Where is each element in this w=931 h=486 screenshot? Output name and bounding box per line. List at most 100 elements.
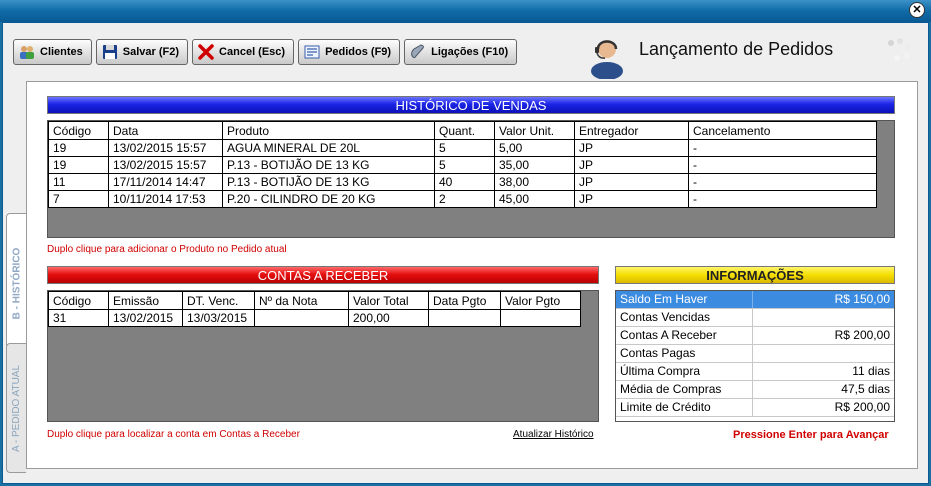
users-icon [20, 46, 34, 59]
order-list-icon [304, 45, 320, 59]
contas-cell: 31 [48, 309, 109, 327]
historico-table-row[interactable]: 11 17/11/2014 14:47 P.13 - BOTIJÃO DE 13 K… [48, 173, 877, 191]
historico-cell: - [688, 139, 877, 157]
info-label: Contas Pagas [616, 345, 753, 362]
historico-cell: 13/02/2015 15:57 [108, 139, 223, 157]
tab-historico-label: B - HISTÓRICO [11, 247, 23, 319]
toolbar: Clientes Salvar (F2) Cancel (Esc) Pedido… [13, 39, 518, 65]
title-bar: ✕ [0, 0, 931, 22]
ligacoes-label: Ligações (F10) [431, 46, 509, 58]
contas-column-header[interactable]: Data Pgto [428, 291, 501, 310]
historico-header: HISTÓRICO DE VENDAS [47, 96, 895, 114]
historico-cell: 45,00 [494, 190, 575, 208]
info-row[interactable]: Limite de Crédito R$ 200,00 [616, 399, 894, 417]
historico-column-header[interactable]: Cancelamento [688, 121, 877, 140]
contas-column-header[interactable]: Valor Total [348, 291, 429, 310]
close-icon[interactable]: ✕ [909, 2, 925, 18]
pedidos-button[interactable]: Pedidos (F9) [298, 39, 401, 65]
info-value: R$ 200,00 [834, 328, 890, 342]
contas-cell: 13/03/2015 [182, 309, 255, 327]
contas-table: Código Emissão DT. Venc. Nº da Nota Valor To… [48, 291, 581, 327]
support-agent-icon [591, 40, 623, 79]
main-window: Clientes Salvar (F2) Cancel (Esc) Pedido… [2, 22, 929, 484]
contas-column-header[interactable]: Nº da Nota [254, 291, 349, 310]
historico-cell: P.20 - CILINDRO DE 20 KG [222, 190, 435, 208]
contas-column-header[interactable]: Código [48, 291, 109, 310]
info-row[interactable]: Média de Compras 47,5 dias [616, 381, 894, 399]
info-value [753, 345, 894, 362]
historico-table-row[interactable]: 19 13/02/2015 15:57 P.13 - BOTIJÃO DE 13 K… [48, 156, 877, 174]
contas-cell [254, 309, 349, 327]
tab-pedido-atual[interactable]: A - PEDIDO ATUAL [6, 343, 26, 473]
contas-hint: Duplo clique para localizar a conta em C… [47, 429, 300, 440]
enter-hint: Pressione Enter para Avançar [733, 429, 889, 441]
historico-cell: 5,00 [494, 139, 575, 157]
tab-historico[interactable]: B - HISTÓRICO [6, 213, 26, 353]
historico-cell: P.13 - BOTIJÃO DE 13 KG [222, 173, 435, 191]
info-row[interactable]: Contas Vencidas [616, 309, 894, 327]
historico-table: Código Data Produto Quant. Valor Unit. Entreg… [48, 121, 877, 208]
info-row[interactable]: Saldo Em Haver R$ 150,00 [616, 291, 894, 309]
historico-cell: 5 [434, 156, 495, 174]
historico-cell: - [688, 173, 877, 191]
loading-spinner-icon [888, 38, 911, 61]
info-row[interactable]: Contas A Receber R$ 200,00 [616, 327, 894, 345]
informacoes-header: INFORMAÇÕES [615, 266, 895, 284]
historico-cell: 19 [48, 156, 109, 174]
historico-table-row[interactable]: 19 13/02/2015 15:57 AGUA MINERAL DE 20L 5 5,… [48, 139, 877, 157]
info-label: Contas Vencidas [616, 309, 753, 326]
clientes-label: Clientes [40, 46, 83, 58]
cancel-label: Cancel (Esc) [219, 46, 286, 58]
info-value: R$ 200,00 [834, 400, 890, 414]
red-x-icon [198, 44, 214, 60]
info-label: Limite de Crédito [616, 399, 753, 416]
historico-header-row: Código Data Produto Quant. Valor Unit. Entreg… [48, 121, 877, 140]
contas-column-header[interactable]: DT. Venc. [182, 291, 255, 310]
historico-cell: 5 [434, 139, 495, 157]
historico-cell: AGUA MINERAL DE 20L [222, 139, 435, 157]
historico-column-header[interactable]: Entregador [574, 121, 689, 140]
historico-panel: HISTÓRICO DE VENDAS Código Data Produto Qua… [26, 81, 918, 469]
historico-column-header[interactable]: Quant. [434, 121, 495, 140]
historico-column-header[interactable]: Produto [222, 121, 435, 140]
historico-cell: 13/02/2015 15:57 [108, 156, 223, 174]
cancel-button[interactable]: Cancel (Esc) [192, 39, 295, 65]
historico-cell: 11 [48, 173, 109, 191]
contas-header: CONTAS A RECEBER [47, 266, 599, 284]
floppy-disk-icon [102, 45, 117, 59]
historico-cell: 35,00 [494, 156, 575, 174]
info-row[interactable]: Contas Pagas [616, 345, 894, 363]
atualizar-historico-link[interactable]: Atualizar Histórico [513, 429, 594, 440]
historico-cell: 10/11/2014 17:53 [108, 190, 223, 208]
historico-column-header[interactable]: Código [48, 121, 109, 140]
contas-column-header[interactable]: Emissão [108, 291, 183, 310]
historico-cell: 7 [48, 190, 109, 208]
historico-cell: 2 [434, 190, 495, 208]
historico-grid[interactable]: Código Data Produto Quant. Valor Unit. Entreg… [47, 120, 895, 238]
historico-table-row[interactable]: 7 10/11/2014 17:53 P.20 - CILINDRO DE 20 K… [48, 190, 877, 208]
ligacoes-button[interactable]: Ligações (F10) [404, 39, 518, 65]
info-value [753, 309, 894, 326]
historico-cell: JP [574, 156, 689, 174]
page-title: Lançamento de Pedidos [639, 39, 834, 59]
salvar-button[interactable]: Salvar (F2) [95, 39, 189, 65]
historico-cell: P.13 - BOTIJÃO DE 13 KG [222, 156, 435, 174]
historico-cell: 17/11/2014 14:47 [108, 173, 223, 191]
info-value: 47,5 dias [841, 382, 890, 396]
contas-table-row[interactable]: 31 13/02/2015 13/03/2015 200,00 [48, 309, 581, 327]
tab-pedido-atual-label: A - PEDIDO ATUAL [11, 364, 22, 452]
historico-cell: 38,00 [494, 173, 575, 191]
historico-column-header[interactable]: Data [108, 121, 223, 140]
historico-hint: Duplo clique para adicionar o Produto no… [47, 244, 287, 255]
historico-cell: JP [574, 190, 689, 208]
contas-column-header[interactable]: Valor Pgto [500, 291, 581, 310]
contas-cell [500, 309, 581, 327]
historico-column-header[interactable]: Valor Unit. [494, 121, 575, 140]
informacoes-list[interactable]: Saldo Em Haver R$ 150,00 Contas Vencidas Co… [615, 290, 895, 422]
contas-grid[interactable]: Código Emissão DT. Venc. Nº da Nota Valor To… [47, 290, 599, 422]
historico-cell: JP [574, 139, 689, 157]
clientes-button[interactable]: Clientes [13, 39, 92, 65]
historico-cell: 19 [48, 139, 109, 157]
info-row[interactable]: Última Compra 11 dias [616, 363, 894, 381]
historico-cell: JP [574, 173, 689, 191]
